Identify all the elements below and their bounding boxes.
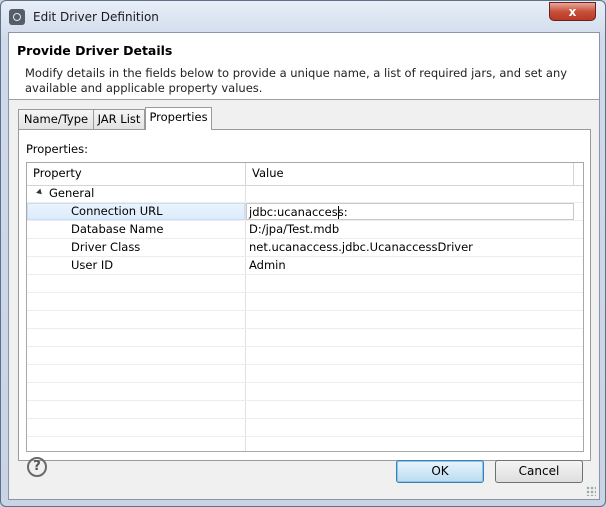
- header-description: Modify details in the fields below to pr…: [25, 66, 568, 95]
- property-name: Database Name: [71, 222, 164, 236]
- table-row[interactable]: Driver Class net.ucanaccess.jdbc.Ucanacc…: [27, 239, 583, 257]
- empty-row: [27, 383, 583, 401]
- empty-row: [27, 311, 583, 329]
- help-icon[interactable]: ?: [27, 457, 47, 477]
- empty-row: [27, 275, 583, 293]
- tab-properties[interactable]: Properties: [145, 107, 212, 130]
- table-row[interactable]: Database Name D:/jpa/Test.mdb: [27, 221, 583, 239]
- connection-url-input[interactable]: jdbc:ucanaccess:: [246, 203, 574, 220]
- resize-grip-icon[interactable]: [586, 486, 596, 496]
- title-bar[interactable]: Edit Driver Definition x: [1, 1, 605, 33]
- empty-row: [27, 329, 583, 347]
- table-row[interactable]: Connection URL jdbc:ucanaccess:: [27, 203, 583, 221]
- property-value: Admin: [249, 258, 286, 272]
- properties-label: Properties:: [26, 142, 88, 156]
- empty-row: [27, 347, 583, 365]
- tree-group-row[interactable]: General: [27, 185, 583, 203]
- eclipse-app-icon: [9, 9, 25, 25]
- property-value: net.ucanaccess.jdbc.UcanaccessDriver: [249, 240, 473, 254]
- dialog-content: Provide Driver Details Modify details in…: [8, 32, 600, 500]
- ok-button[interactable]: OK: [396, 460, 484, 483]
- column-divider[interactable]: [573, 163, 574, 185]
- tab-name-type[interactable]: Name/Type: [18, 109, 94, 129]
- property-value: D:/jpa/Test.mdb: [249, 222, 340, 236]
- property-value: jdbc:ucanaccess:: [249, 205, 348, 219]
- empty-row: [27, 419, 583, 437]
- properties-table: Property Value General Connection URL jd…: [26, 162, 584, 452]
- tab-jar-list[interactable]: JAR List: [93, 109, 145, 129]
- property-name: Connection URL: [71, 204, 163, 218]
- property-name: Driver Class: [71, 240, 141, 254]
- empty-row: [27, 365, 583, 383]
- empty-row: [27, 293, 583, 311]
- dialog-header: Provide Driver Details Modify details in…: [9, 33, 599, 100]
- dialog-window: Edit Driver Definition x Provide Driver …: [0, 0, 606, 507]
- expand-arrow-icon[interactable]: [36, 188, 44, 197]
- cancel-button[interactable]: Cancel: [495, 460, 583, 483]
- close-button[interactable]: x: [549, 2, 596, 21]
- column-header-property[interactable]: Property: [27, 163, 245, 185]
- property-name: User ID: [71, 258, 114, 272]
- table-header: Property Value: [27, 163, 583, 186]
- header-title: Provide Driver Details: [17, 43, 173, 58]
- empty-row: [27, 401, 583, 419]
- window-title: Edit Driver Definition: [33, 10, 159, 24]
- table-row[interactable]: User ID Admin: [27, 257, 583, 275]
- text-caret: [338, 206, 339, 219]
- properties-panel: Properties: Property Value General Conne…: [18, 129, 591, 461]
- column-header-value[interactable]: Value: [246, 163, 573, 185]
- group-label: General: [49, 186, 95, 200]
